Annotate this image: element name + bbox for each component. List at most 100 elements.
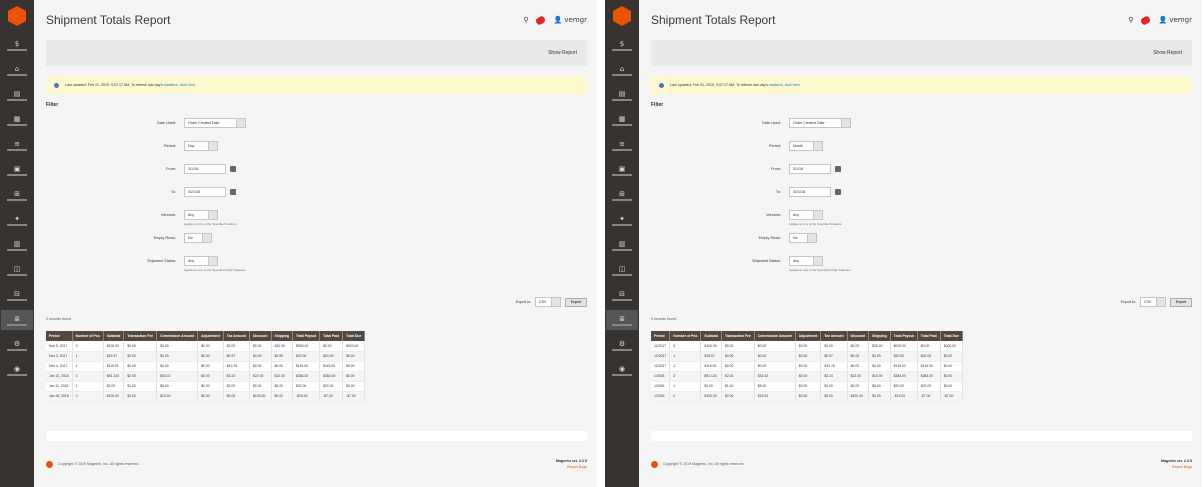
calendar-icon[interactable] bbox=[835, 189, 841, 195]
sidebar-nav-item[interactable]: ⌂ bbox=[606, 60, 638, 80]
table-row[interactable]: Nov 5, 2017 3 $100.00 $0.00 $0.00 $0.00 $0.00 $… bbox=[46, 341, 366, 352]
status-select[interactable]: Any bbox=[184, 256, 218, 266]
calendar-icon[interactable] bbox=[835, 166, 841, 172]
column-header[interactable]: Shipping bbox=[271, 331, 294, 341]
column-header[interactable]: Subtotal bbox=[700, 331, 722, 341]
date_used-select[interactable]: Order Created Date bbox=[184, 118, 246, 128]
column-header[interactable]: Number of Pos bbox=[669, 331, 702, 341]
sidebar-nav-item[interactable]: ⊟ bbox=[1, 285, 33, 305]
export-button[interactable]: Export bbox=[565, 297, 587, 307]
column-header[interactable]: Adjustment bbox=[795, 331, 822, 341]
table-row[interactable]: Dec 2, 2017 1 $15.97 $0.00 $0.00 $0.00 $0.97 $0… bbox=[46, 351, 366, 362]
from-date-input[interactable]: 3/1/18 bbox=[789, 164, 831, 174]
empty-select[interactable]: No bbox=[789, 233, 817, 243]
vendor-select[interactable]: Any bbox=[789, 210, 823, 220]
sidebar-nav-item[interactable]: ▦ bbox=[606, 110, 638, 130]
sidebar-nav-item[interactable]: ⊞ bbox=[1, 185, 33, 205]
search-icon[interactable]: ⚲ bbox=[1128, 16, 1133, 24]
column-header[interactable]: Commission Amount bbox=[156, 331, 199, 341]
vendor-select[interactable]: Any bbox=[184, 210, 218, 220]
from-date-input[interactable]: 3/1/18 bbox=[184, 164, 226, 174]
column-header[interactable]: Total Payout bbox=[292, 331, 321, 341]
export-button[interactable]: Export bbox=[1170, 297, 1192, 307]
column-header[interactable]: Tax Amount bbox=[820, 331, 848, 341]
column-header[interactable]: Total Payout bbox=[890, 331, 918, 341]
table-row[interactable]: Jan 11, 2018 1 $0.00 $1.00 $5.00 $0.00 $0.00 $0… bbox=[46, 381, 366, 392]
sidebar-nav-item[interactable]: ◫ bbox=[606, 260, 638, 280]
export-format-select[interactable]: CSV bbox=[535, 297, 561, 307]
report-bugs-link[interactable]: Report Bugs bbox=[1161, 464, 1192, 470]
empty-select[interactable]: No bbox=[184, 233, 212, 243]
sidebar-nav-item[interactable]: ≣ bbox=[1, 310, 33, 330]
table-row[interactable]: Jan 15, 2018 2 $100.00 $2.00 $13.00 $0.00 $0.0… bbox=[46, 391, 366, 402]
sidebar-nav-item[interactable]: ▤ bbox=[606, 85, 638, 105]
sidebar-nav-item[interactable]: ✦ bbox=[1, 210, 33, 230]
table-row[interactable]: 12/2017 1 $115.91 $0.00 $0.00 $0.00 $10.76 $0.0… bbox=[651, 361, 963, 372]
column-header[interactable]: Number of Pos bbox=[72, 331, 104, 341]
sidebar-nav-item[interactable]: ◉ bbox=[606, 360, 638, 380]
period-select[interactable]: Day bbox=[184, 141, 218, 151]
magento-logo-icon[interactable] bbox=[613, 6, 631, 26]
column-header[interactable]: Total Paid bbox=[319, 331, 344, 341]
column-header[interactable]: Shipping bbox=[868, 331, 891, 341]
table-row[interactable]: 12/2017 1 $15.97 $0.00 $0.00 $0.00 $0.97 $0.00 $… bbox=[651, 351, 963, 362]
notifications-icon[interactable] bbox=[1140, 14, 1152, 26]
column-header[interactable]: Transaction Fee bbox=[721, 331, 755, 341]
column-header[interactable]: Discount bbox=[249, 331, 272, 341]
sidebar-nav-item[interactable]: ⌂ bbox=[1, 60, 33, 80]
calendar-icon[interactable] bbox=[230, 166, 236, 172]
show-report-button[interactable]: Show Report bbox=[1153, 50, 1182, 56]
column-header[interactable]: Adjustment bbox=[197, 331, 224, 341]
column-header[interactable]: Total Paid bbox=[917, 331, 941, 341]
report-bugs-link[interactable]: Report Bugs bbox=[556, 464, 587, 470]
status-select[interactable]: Any bbox=[789, 256, 823, 266]
refresh-statistics-link[interactable]: statistics, click here. bbox=[769, 83, 801, 87]
sidebar-nav-item[interactable]: ▣ bbox=[606, 160, 638, 180]
to-date-input[interactable]: 3/21/18 bbox=[789, 187, 831, 197]
search-icon[interactable]: ⚲ bbox=[523, 16, 528, 24]
sidebar-nav-item[interactable]: ▥ bbox=[1, 235, 33, 255]
column-header[interactable]: Total Due bbox=[342, 331, 366, 341]
user-menu[interactable]: 👤 vemgr bbox=[1158, 16, 1192, 24]
sidebar-nav-item[interactable]: ▦ bbox=[1, 110, 33, 130]
sidebar-nav-item[interactable]: ≣ bbox=[606, 310, 638, 330]
sidebar-nav-item[interactable]: ◉ bbox=[1, 360, 33, 380]
sidebar-nav-item[interactable]: $ bbox=[606, 35, 638, 55]
sidebar-nav-item[interactable]: ⚙ bbox=[606, 335, 638, 355]
sidebar-nav-item[interactable]: ⊟ bbox=[606, 285, 638, 305]
table-row[interactable]: 11/2017 3 $100.00 $0.00 $0.00 $0.00 $0.00 $0.00… bbox=[651, 341, 963, 352]
column-header[interactable]: Tax Amount bbox=[223, 331, 250, 341]
sidebar-nav-item[interactable]: ✦ bbox=[606, 210, 638, 230]
sidebar-nav-item[interactable]: ≡ bbox=[606, 135, 638, 155]
table-row[interactable]: Dec 4, 2017 1 $115.91 $0.00 $0.00 $0.00 $10.76… bbox=[46, 361, 366, 372]
table-row[interactable]: Jan 10, 2018 3 $91.124 $2.00 $34.02 $0.00 $3.2… bbox=[46, 371, 366, 382]
column-header[interactable]: Period bbox=[651, 331, 671, 341]
refresh-statistics-link[interactable]: statistics, click here. bbox=[164, 83, 196, 87]
sidebar-nav-item[interactable]: ≡ bbox=[1, 135, 33, 155]
table-row[interactable]: 1/2018 1 $0.00 $1.00 $5.00 $0.00 $0.00 $0.00 $5.… bbox=[651, 381, 963, 392]
sidebar-nav-item[interactable]: $ bbox=[1, 35, 33, 55]
user-menu[interactable]: 👤 vemgr bbox=[553, 16, 587, 24]
to-date-input[interactable]: 3/21/18 bbox=[184, 187, 226, 197]
column-header[interactable]: Discount bbox=[847, 331, 870, 341]
column-header[interactable]: Total Due bbox=[940, 331, 963, 341]
column-header[interactable]: Subtotal bbox=[103, 331, 125, 341]
column-header[interactable]: Period bbox=[46, 331, 73, 341]
column-header[interactable]: Commission Amount bbox=[754, 331, 796, 341]
period-select[interactable]: Month bbox=[789, 141, 823, 151]
calendar-icon[interactable] bbox=[230, 189, 236, 195]
sidebar-nav-item[interactable]: ◫ bbox=[1, 260, 33, 280]
date_used-select[interactable]: Order Created Date bbox=[789, 118, 851, 128]
column-header[interactable]: Transaction Fee bbox=[123, 331, 158, 341]
sidebar-nav-item[interactable]: ⚙ bbox=[1, 335, 33, 355]
sidebar-nav-item[interactable]: ▣ bbox=[1, 160, 33, 180]
export-format-select[interactable]: CSV bbox=[1140, 297, 1166, 307]
notifications-icon[interactable] bbox=[535, 14, 547, 26]
show-report-button[interactable]: Show Report bbox=[548, 50, 577, 56]
sidebar-nav-item[interactable]: ▥ bbox=[606, 235, 638, 255]
table-row[interactable]: 1/2018 3 $91.124 $2.00 $34.02 $0.00 $3.24 $22.0… bbox=[651, 371, 963, 382]
sidebar-nav-item[interactable]: ⊞ bbox=[606, 185, 638, 205]
magento-logo-icon[interactable] bbox=[8, 6, 26, 26]
sidebar-nav-item[interactable]: ▤ bbox=[1, 85, 33, 105]
table-row[interactable]: 1/2018 2 $100.00 $2.00 $13.00 $0.00 $0.00 $100.… bbox=[651, 391, 963, 402]
